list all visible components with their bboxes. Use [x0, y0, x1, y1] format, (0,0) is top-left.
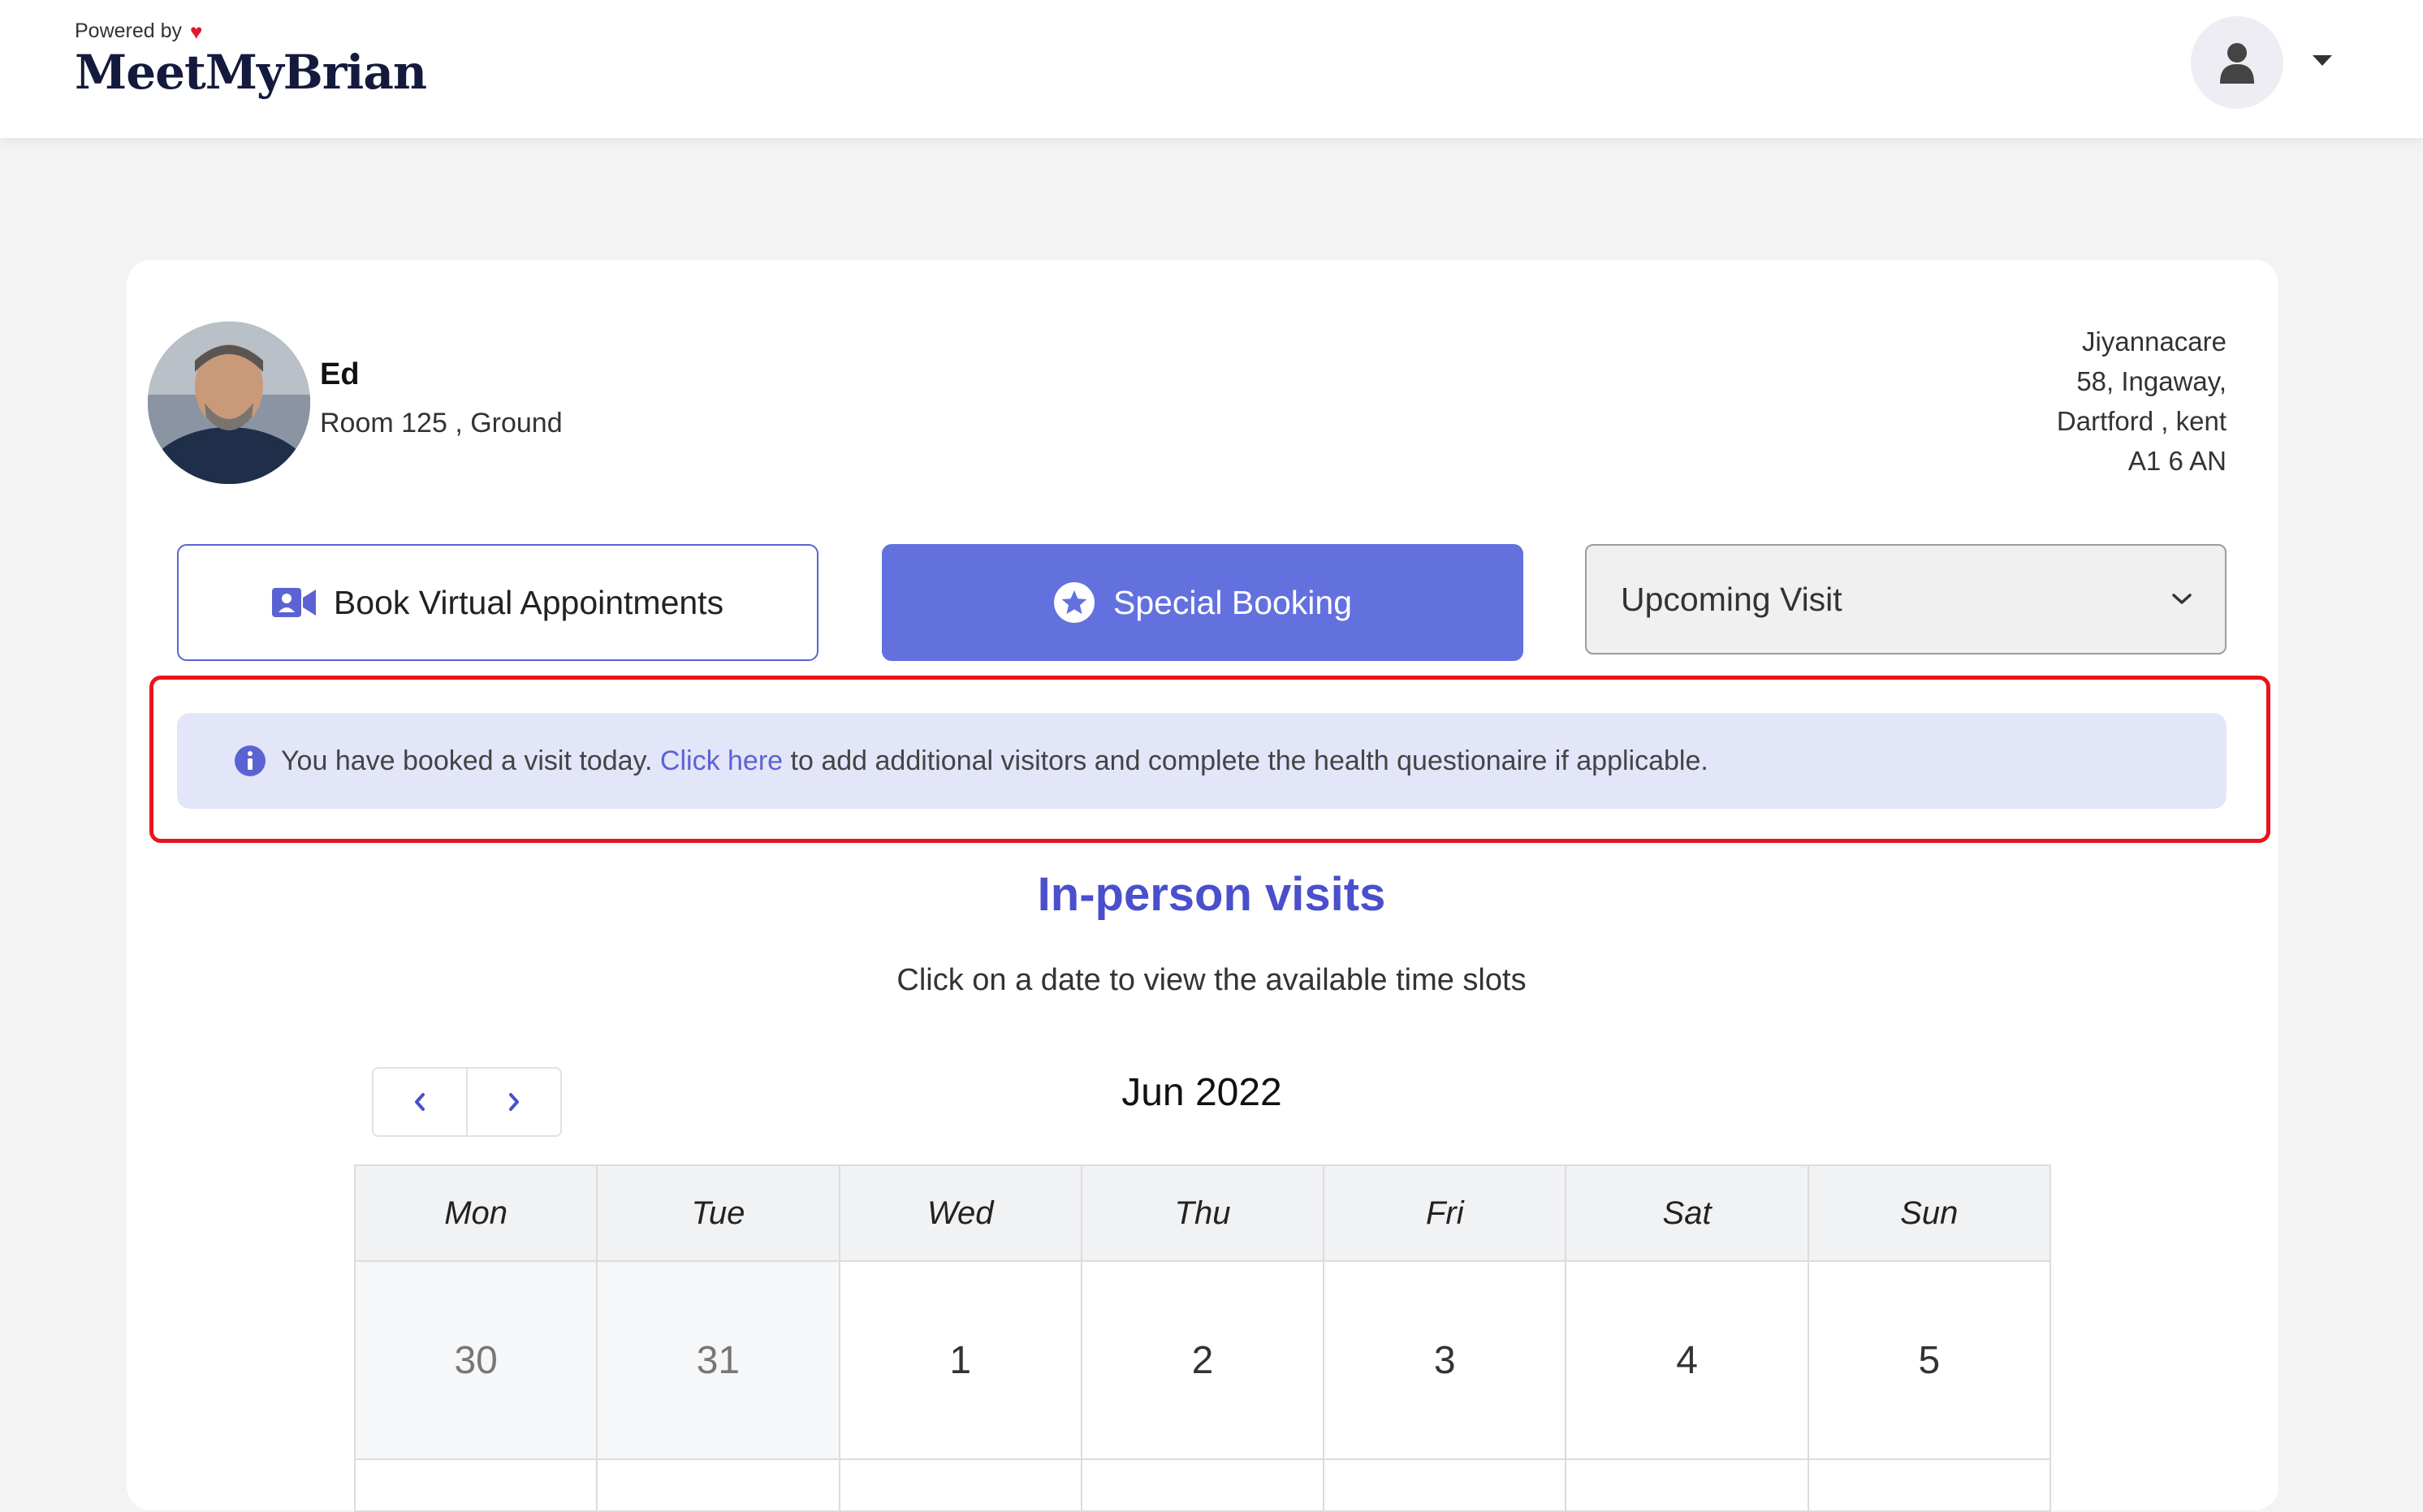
calendar-day[interactable] — [1565, 1458, 1809, 1512]
brand-logo[interactable]: Powered by ♥ MeetMyBrian — [75, 19, 427, 100]
visit-booked-alert: You have booked a visit today. Click her… — [177, 713, 2226, 809]
weekday-header: Thu — [1080, 1164, 1325, 1262]
video-camera-icon — [271, 588, 316, 617]
book-virtual-label: Book Virtual Appointments — [333, 583, 724, 621]
top-navbar: Powered by ♥ MeetMyBrian — [0, 0, 2423, 138]
calendar-day[interactable] — [353, 1458, 598, 1512]
section-title: In-person visits — [1037, 868, 1386, 921]
info-icon — [234, 745, 266, 777]
star-circle-icon — [1053, 582, 1095, 623]
brand-name: MeetMyBrian — [75, 45, 427, 100]
calendar-day[interactable] — [1807, 1458, 2052, 1512]
click-here-link[interactable]: Click here — [660, 745, 783, 777]
chevron-down-icon — [2172, 594, 2192, 604]
calendar-day[interactable] — [1323, 1458, 1567, 1512]
address-line: 58, Ingaway, — [2076, 366, 2226, 396]
calendar-grid: Mon Tue Wed Thu Fri Sat Sun 30 31 1 2 3 … — [353, 1164, 2052, 1512]
calendar-day[interactable] — [838, 1458, 1082, 1512]
special-booking-button[interactable]: Special Booking — [882, 544, 1523, 661]
weekday-header: Sat — [1565, 1164, 1809, 1262]
calendar-day[interactable]: 30 — [353, 1260, 598, 1460]
calendar-day[interactable]: 3 — [1323, 1260, 1567, 1460]
alert-text-before: You have booked a visit today. — [281, 745, 653, 776]
calendar-day[interactable]: 31 — [596, 1260, 840, 1460]
weekday-header: Fri — [1323, 1164, 1567, 1262]
powered-by-text: Powered by — [75, 19, 183, 42]
weekday-header: Wed — [838, 1164, 1082, 1262]
calendar-day[interactable] — [1080, 1458, 1325, 1512]
calendar-day[interactable]: 1 — [838, 1260, 1082, 1460]
book-virtual-appointments-button[interactable]: Book Virtual Appointments — [177, 544, 818, 661]
user-icon — [2220, 43, 2254, 84]
calendar-day[interactable]: 4 — [1565, 1260, 1809, 1460]
section-subtitle: Click on a date to view the available ti… — [896, 963, 1527, 997]
powered-by: Powered by ♥ — [75, 19, 426, 43]
calendar-day[interactable]: 5 — [1807, 1260, 2052, 1460]
resident-name: Ed — [320, 357, 360, 391]
calendar-day[interactable] — [596, 1458, 840, 1512]
month-label: Jun 2022 — [1121, 1071, 1282, 1114]
heart-icon: ♥ — [190, 19, 203, 44]
resident-photo — [148, 322, 310, 484]
chevron-down-icon[interactable] — [2313, 55, 2332, 66]
user-menu-button[interactable] — [2191, 16, 2283, 109]
address-line: Jiyannacare — [2082, 326, 2226, 356]
upcoming-visit-label: Upcoming Visit — [1621, 580, 1842, 618]
care-home-address: Jiyannacare 58, Ingaway, Dartford , kent… — [2057, 322, 2226, 481]
address-line: Dartford , kent — [2056, 406, 2226, 436]
address-line: A1 6 AN — [2127, 446, 2226, 476]
weekday-header: Sun — [1807, 1164, 2052, 1262]
upcoming-visit-select[interactable]: Upcoming Visit — [1585, 544, 2226, 654]
calendar-day[interactable]: 2 — [1080, 1260, 1325, 1460]
weekday-header: Tue — [596, 1164, 840, 1262]
weekday-header: Mon — [353, 1164, 598, 1262]
alert-text-after: to add additional visitors and complete … — [790, 745, 1708, 776]
special-booking-label: Special Booking — [1112, 583, 1353, 621]
resident-room: Room 125 , Ground — [320, 408, 563, 438]
